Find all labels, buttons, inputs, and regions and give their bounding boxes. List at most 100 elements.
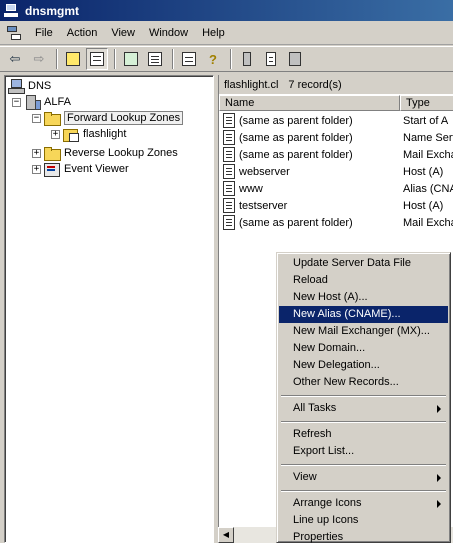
refresh-button[interactable]	[120, 48, 142, 70]
record-name: (same as parent folder)	[239, 131, 353, 144]
menu-item-new-alias[interactable]: New Alias (CNAME)...	[279, 306, 448, 323]
record-type: Start of A	[403, 114, 449, 127]
menu-item-line-up-icons[interactable]: Line up Icons	[279, 512, 448, 529]
back-button[interactable]: ⇦	[4, 48, 26, 70]
menu-item-reload[interactable]: Reload	[279, 272, 448, 289]
zone-title: flashlight.cl	[224, 78, 279, 91]
show-hide-tree-button[interactable]	[86, 48, 108, 70]
export-list-button[interactable]	[144, 48, 166, 70]
menu-item-new-host[interactable]: New Host (A)...	[279, 289, 448, 306]
folder-icon	[44, 146, 61, 161]
record-name: testserver	[239, 199, 288, 212]
menu-item-view[interactable]: View	[279, 469, 448, 486]
expand-icon[interactable]: +	[51, 129, 60, 139]
menu-item-all-tasks[interactable]: All Tasks	[279, 400, 448, 417]
record-name: (same as parent folder)	[239, 216, 353, 229]
title-bar: dnsmgmt	[0, 0, 453, 21]
record-icon	[223, 215, 235, 230]
record-icon	[223, 164, 235, 179]
context-menu: Update Server Data File Reload New Host …	[276, 252, 451, 543]
record-icon	[223, 198, 235, 213]
collapse-icon[interactable]: −	[12, 97, 21, 107]
up-folder-icon	[66, 52, 80, 66]
record-row[interactable]: (same as parent folder) Name Serv	[223, 129, 453, 146]
tree-label-dns: DNS	[28, 80, 52, 92]
column-header-type[interactable]: Type	[400, 95, 453, 111]
toolbar-separator	[172, 49, 174, 69]
record-row[interactable]: webserver Host (A)	[223, 163, 453, 180]
record-type: Alias (CNA	[403, 182, 453, 195]
new-zone-button[interactable]	[260, 48, 282, 70]
help-button[interactable]: ?	[202, 48, 224, 70]
record-name: www	[239, 182, 263, 195]
record-row[interactable]: (same as parent folder) Start of A	[223, 112, 453, 129]
menu-item-view-label: View	[293, 471, 317, 483]
tree-label-forward-lookup-zones: Forward Lookup Zones	[64, 111, 184, 125]
tree-node-dns[interactable]: DNS	[8, 78, 51, 94]
dns-icon	[8, 79, 25, 94]
tree-node-zone[interactable]: + flashlight	[51, 126, 126, 142]
menu-view[interactable]: View	[104, 23, 142, 43]
tree-node-event-viewer[interactable]: + Event Viewer	[32, 161, 129, 177]
export-list-icon	[148, 52, 162, 66]
help-icon: ?	[209, 51, 217, 67]
tree-label-event-viewer: Event Viewer	[64, 163, 129, 175]
tree-node-reverse-lookup-zones[interactable]: + Reverse Lookup Zones	[32, 145, 178, 161]
scroll-left-icon[interactable]: ◀	[218, 527, 234, 543]
tree-label-zone: flashlight	[83, 128, 127, 140]
record-count: 7 record(s)	[288, 78, 342, 91]
record-icon	[223, 130, 235, 145]
details-header: flashlight.cl 7 record(s)	[219, 75, 453, 94]
record-row[interactable]: (same as parent folder) Mail Excha	[223, 214, 453, 231]
expand-icon[interactable]: +	[32, 164, 41, 174]
forward-button[interactable]: ⇨	[28, 48, 50, 70]
menu-item-update-server-data-file[interactable]: Update Server Data File	[279, 255, 448, 272]
record-type: Name Serv	[403, 131, 453, 144]
expand-icon[interactable]: +	[32, 148, 41, 158]
event-viewer-icon	[44, 162, 60, 177]
new-server-button[interactable]	[236, 48, 258, 70]
record-type: Host (A)	[403, 165, 444, 178]
tree-node-forward-lookup-zones[interactable]: − Forward Lookup Zones	[32, 110, 184, 126]
menu-item-all-tasks-label: All Tasks	[293, 402, 337, 414]
record-row[interactable]: (same as parent folder) Mail Exchan	[223, 146, 453, 163]
menu-item-arrange-icons-label: Arrange Icons	[293, 497, 362, 509]
new-record-button[interactable]	[284, 48, 306, 70]
toolbar-separator	[230, 49, 232, 69]
tree-node-server[interactable]: − ALFA	[12, 94, 71, 110]
menu-item-properties[interactable]: Properties	[279, 529, 448, 543]
record-type: Mail Excha	[403, 216, 453, 229]
record-name: (same as parent folder)	[239, 114, 353, 127]
menu-item-arrange-icons[interactable]: Arrange Icons	[279, 495, 448, 512]
menu-bar: File Action View Window Help	[0, 21, 453, 45]
menu-item-export-list[interactable]: Export List...	[279, 443, 448, 460]
menu-item-refresh[interactable]: Refresh	[279, 426, 448, 443]
show-hide-tree-icon	[90, 52, 104, 66]
menu-item-new-domain[interactable]: New Domain...	[279, 340, 448, 357]
collapse-icon[interactable]: −	[32, 113, 41, 123]
properties-button[interactable]	[178, 48, 200, 70]
menu-help[interactable]: Help	[195, 23, 232, 43]
record-icon	[223, 147, 235, 162]
menu-item-other-new-records[interactable]: Other New Records...	[279, 374, 448, 391]
toolbar-separator	[114, 49, 116, 69]
forward-arrow-icon: ⇨	[33, 51, 45, 66]
dns-app-icon	[4, 3, 19, 18]
menu-action[interactable]: Action	[60, 23, 105, 43]
record-name: (same as parent folder)	[239, 148, 353, 161]
menu-item-new-delegation[interactable]: New Delegation...	[279, 357, 448, 374]
toolbar-separator	[56, 49, 58, 69]
tree-label-reverse-lookup-zones: Reverse Lookup Zones	[64, 147, 178, 159]
column-header-name[interactable]: Name	[219, 95, 400, 111]
menu-file[interactable]: File	[28, 23, 60, 43]
menu-item-new-mail-exchanger[interactable]: New Mail Exchanger (MX)...	[279, 323, 448, 340]
menu-window[interactable]: Window	[142, 23, 195, 43]
up-one-level-button[interactable]	[62, 48, 84, 70]
window-title: dnsmgmt	[25, 3, 79, 18]
column-header-row: Name Type	[219, 95, 453, 111]
record-row[interactable]: www Alias (CNA	[223, 180, 453, 197]
record-row[interactable]: testserver Host (A)	[223, 197, 453, 214]
console-icon[interactable]	[6, 25, 22, 41]
record-type: Mail Exchan	[403, 148, 453, 161]
properties-icon	[182, 52, 196, 66]
